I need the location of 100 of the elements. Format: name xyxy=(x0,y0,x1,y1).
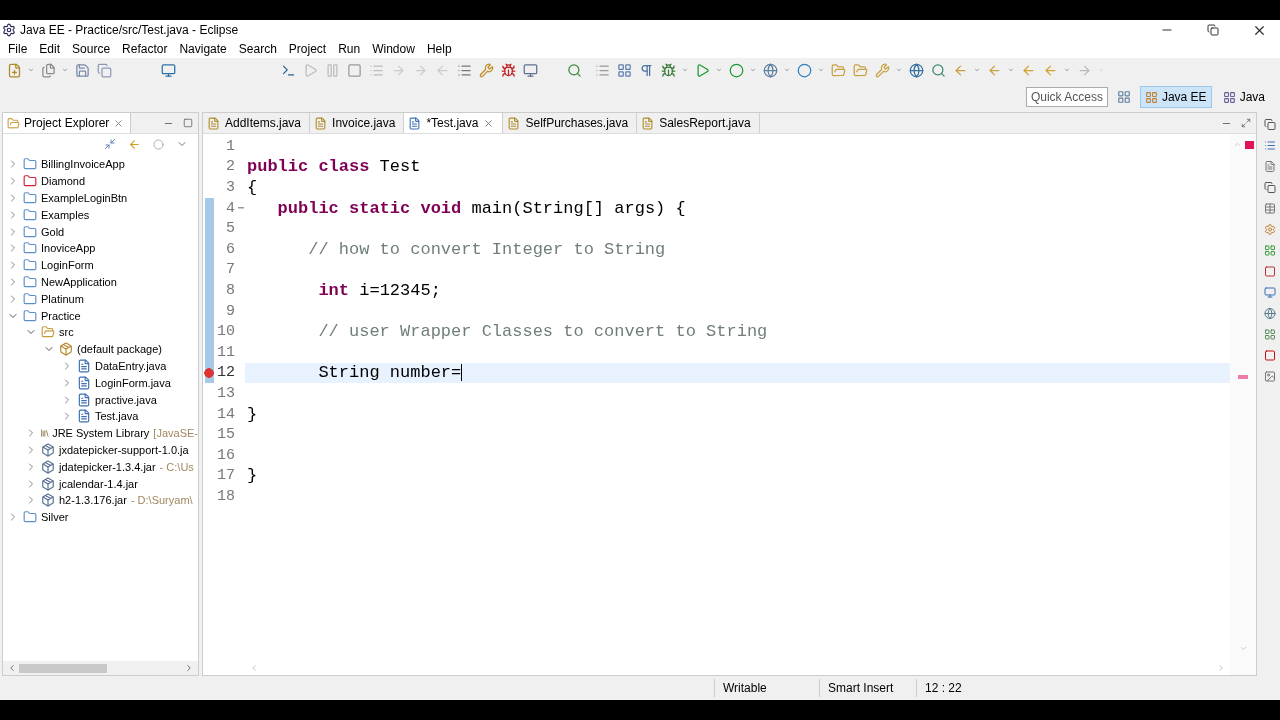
java-file-icon xyxy=(77,375,91,390)
line-number: 18 xyxy=(216,486,236,507)
tree-item[interactable]: jxdatepicker-support-1.0.ja xyxy=(59,443,189,456)
tree-item[interactable]: LoginForm.java xyxy=(95,376,171,389)
tree-item[interactable]: Test.java xyxy=(95,410,139,423)
project-icon xyxy=(23,291,37,306)
menu-item[interactable]: Project xyxy=(282,42,333,56)
project-icon xyxy=(23,191,37,205)
java-file-icon xyxy=(314,116,328,130)
error-marker[interactable] xyxy=(1238,374,1248,379)
line-number: 3 xyxy=(225,178,236,198)
tree-item[interactable]: Platinum xyxy=(41,292,84,305)
menu-item[interactable]: Window xyxy=(366,42,421,56)
line-number: 17 xyxy=(216,466,236,487)
tree-item[interactable]: Gold xyxy=(41,225,65,238)
java-file-icon xyxy=(507,116,521,130)
quick-access-field[interactable]: Quick Access xyxy=(1025,87,1108,107)
perspective-button[interactable]: Java EE xyxy=(1139,86,1212,108)
tree-item[interactable]: src xyxy=(59,326,74,339)
project-icon xyxy=(23,207,37,222)
project-icon xyxy=(23,274,37,289)
code-comment: // user Wrapper Classes to convert to String xyxy=(317,322,768,342)
perspective-button[interactable]: Java xyxy=(1217,86,1270,108)
tree-item-detail: - C:\Us xyxy=(159,460,194,473)
tree-item[interactable]: DataEntry.java xyxy=(95,359,167,372)
scroll-down-icon[interactable] xyxy=(1238,644,1248,653)
line-number: 15 xyxy=(216,425,236,445)
tree-item[interactable]: Silver xyxy=(41,511,69,524)
menu-item[interactable]: Run xyxy=(332,42,367,56)
menu-item[interactable]: Search xyxy=(232,42,283,56)
tree-item-detail: [JavaSE- xyxy=(153,427,198,440)
tree-item[interactable]: jdatepicker-1.3.4.jar xyxy=(59,460,156,473)
text-cursor xyxy=(461,364,463,382)
java-file-icon xyxy=(408,116,422,130)
settings-icon[interactable] xyxy=(1262,221,1278,237)
tree-item[interactable]: h2-1.3.176.jar xyxy=(59,494,127,507)
menu-item[interactable]: Navigate xyxy=(173,42,233,56)
console-icon[interactable] xyxy=(1262,284,1278,300)
perspective-icon xyxy=(1222,90,1236,104)
restore-icon[interactable] xyxy=(1262,179,1278,195)
editor-tab[interactable]: *Test.java xyxy=(404,113,504,133)
tree-item[interactable]: JRE System Library xyxy=(52,427,150,440)
tree-item[interactable]: jcalendar-1.4.jar xyxy=(59,477,138,490)
table-icon[interactable] xyxy=(1262,200,1278,216)
image-icon[interactable] xyxy=(1262,368,1278,384)
restore-icon[interactable] xyxy=(1207,24,1219,36)
error-summary-icon xyxy=(1244,140,1254,149)
tree-item[interactable]: ExampleLoginBtn xyxy=(41,192,128,204)
line-number: 14 xyxy=(216,404,236,425)
menu-item[interactable]: Help xyxy=(420,42,458,56)
source-folder-icon xyxy=(41,325,55,340)
document-icon[interactable] xyxy=(1262,158,1278,174)
scroll-left-icon[interactable] xyxy=(249,663,259,673)
java-file-icon xyxy=(77,392,91,407)
menu-item[interactable]: Refactor xyxy=(116,42,174,56)
menu-item[interactable]: Edit xyxy=(33,42,67,56)
project-icon xyxy=(23,308,37,323)
code-text: String number= xyxy=(317,363,462,383)
code-text: } xyxy=(247,466,258,486)
code-comment: // how to convert Integer to String xyxy=(307,239,666,259)
tree-item[interactable]: Examples xyxy=(41,208,90,221)
code-keyword: public static void xyxy=(276,198,462,218)
java-file-icon xyxy=(77,409,91,424)
tree-item[interactable]: Practice xyxy=(41,309,81,322)
restore-icon[interactable] xyxy=(1262,116,1278,132)
status-text: Smart Insert xyxy=(819,679,916,697)
code-text: i=12345; xyxy=(358,280,441,300)
jar-icon xyxy=(41,459,55,474)
java-file-icon xyxy=(207,116,220,130)
tree-item[interactable]: practive.java xyxy=(95,393,157,406)
status-text: 12 : 22 xyxy=(916,679,1053,697)
scroll-up-icon[interactable] xyxy=(1232,140,1242,149)
perspective-icon xyxy=(1144,90,1158,104)
code-keyword: int xyxy=(317,280,350,300)
scroll-left-icon[interactable] xyxy=(7,663,17,673)
scroll-right-icon[interactable] xyxy=(184,663,194,673)
tree-item[interactable]: (default package) xyxy=(77,343,162,356)
tree-item[interactable]: Diamond xyxy=(41,175,86,188)
folder-icon xyxy=(7,116,20,130)
scrollbar-thumb[interactable] xyxy=(19,663,107,673)
project-icon xyxy=(23,258,37,273)
project-icon xyxy=(23,510,37,525)
code-keyword: public class xyxy=(247,157,370,177)
status-text: Writable xyxy=(714,679,819,697)
menu-item[interactable]: File xyxy=(2,42,34,56)
globe-icon[interactable] xyxy=(1262,305,1278,321)
project-icon xyxy=(23,241,37,256)
tree-item[interactable]: LoginForm xyxy=(41,259,94,272)
menu-item[interactable]: Source xyxy=(66,42,117,56)
tree-item[interactable]: BillingInvoiceApp xyxy=(41,158,125,171)
tree-item[interactable]: NewApplication xyxy=(41,275,117,288)
tree-item[interactable]: InoviceApp xyxy=(41,242,96,255)
line-number: 13 xyxy=(216,383,236,404)
line-number: 1 xyxy=(225,136,236,157)
code-text: Test xyxy=(378,157,421,177)
scroll-right-icon[interactable] xyxy=(1216,663,1226,673)
code-text: } xyxy=(247,404,258,424)
code-text: { xyxy=(247,178,258,197)
package-icon xyxy=(59,342,73,357)
line-number: 16 xyxy=(216,445,236,466)
